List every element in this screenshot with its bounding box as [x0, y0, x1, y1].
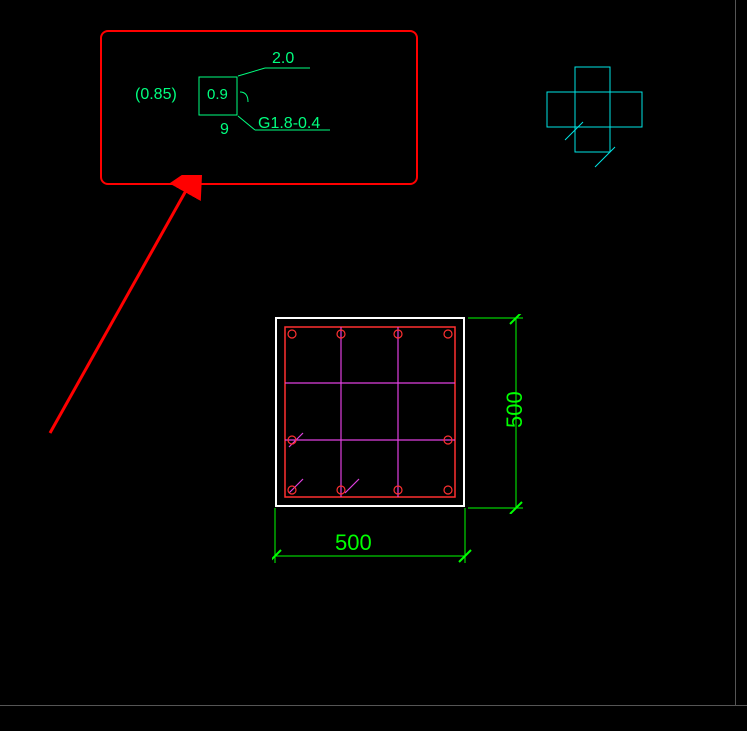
- viewport-border-bottom: [0, 705, 747, 706]
- corner-symbol: [535, 62, 655, 172]
- callout-leaders: [100, 30, 418, 185]
- viewport-border: [735, 0, 736, 705]
- arrow-annotation: [40, 175, 220, 445]
- dim-vertical-text: 500: [502, 391, 528, 428]
- column-section: [275, 317, 467, 509]
- dim-horizontal: [272, 508, 472, 588]
- cad-canvas[interactable]: (0.85) 0.9 2.0 9 G1.8-0.4: [0, 0, 747, 731]
- dim-horizontal-text: 500: [335, 530, 372, 556]
